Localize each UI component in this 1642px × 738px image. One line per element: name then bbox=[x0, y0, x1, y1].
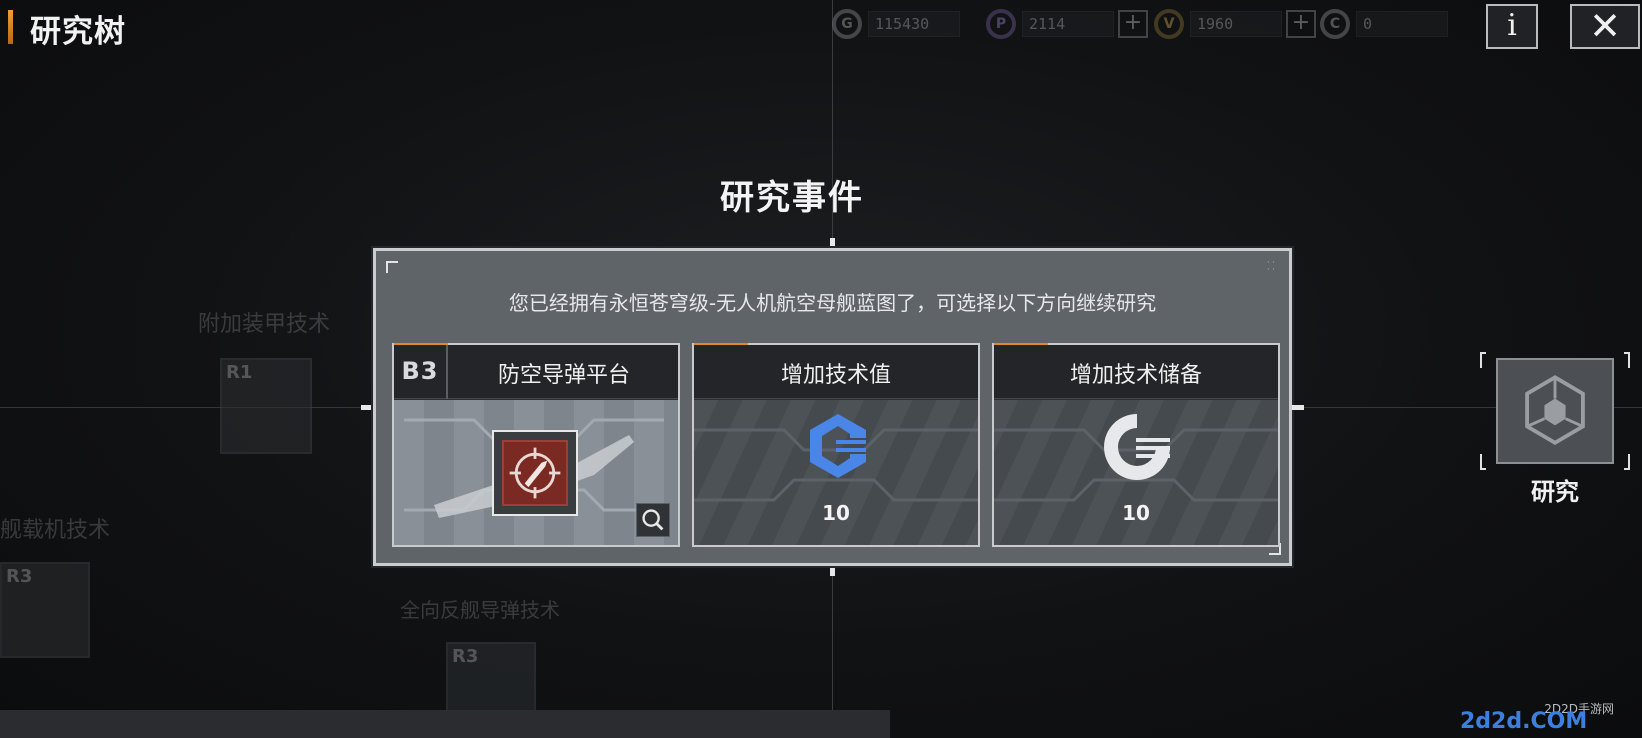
dialog-title: 研究事件 bbox=[720, 178, 864, 218]
close-button[interactable]: ✕ bbox=[1570, 4, 1640, 49]
resource-v: V 1960 + bbox=[1154, 8, 1316, 40]
tech-value-icon bbox=[810, 414, 866, 478]
zoom-button[interactable] bbox=[636, 503, 670, 537]
option-card-tech-reserve[interactable]: 增加技术储备 10 bbox=[992, 343, 1280, 547]
node-bracket-bl bbox=[1480, 454, 1486, 470]
resource-tech-reserve: C 0 bbox=[1320, 8, 1448, 40]
dialog-corner-top-left bbox=[386, 261, 398, 273]
add-p-currency-button[interactable]: + bbox=[1118, 10, 1148, 38]
ghost-node-label-b: 舰载机技术 bbox=[0, 518, 111, 543]
ghost-node-b-tier: R3 bbox=[6, 566, 33, 587]
weapon-frame bbox=[492, 430, 578, 516]
ghost-node-a: R1 bbox=[220, 358, 312, 454]
magnifier-icon bbox=[642, 509, 664, 531]
page-title: 研究树 bbox=[30, 14, 126, 50]
card-reward-area: 10 bbox=[994, 400, 1278, 545]
bottom-panel-strip bbox=[0, 710, 890, 738]
v-currency-icon: V bbox=[1154, 9, 1184, 39]
resource-p: P 2114 + bbox=[986, 8, 1148, 40]
watermark-domain: 2d2d.COM bbox=[1460, 709, 1588, 734]
node-bracket-tl bbox=[1480, 352, 1486, 368]
research-hexagon-icon bbox=[1525, 375, 1585, 445]
ghost-node-label-a: 附加装甲技术 bbox=[198, 312, 331, 337]
resource-gear: G 115430 bbox=[832, 8, 960, 40]
node-bracket-br bbox=[1624, 454, 1630, 470]
site-watermark: 2D2D手游网 2d2d.COM bbox=[1460, 685, 1642, 738]
research-node-box bbox=[1496, 358, 1614, 464]
add-v-currency-button[interactable]: + bbox=[1286, 10, 1316, 38]
dialog-tick-left bbox=[361, 405, 373, 410]
option-card-anti-air-missile[interactable]: B3 防空导弹平台 bbox=[392, 343, 680, 547]
card-blueprint-area bbox=[394, 400, 678, 545]
card-value: 10 bbox=[1122, 501, 1150, 525]
card-value: 10 bbox=[822, 501, 850, 525]
info-button[interactable]: i bbox=[1486, 4, 1538, 49]
research-node-label: 研究 bbox=[1531, 478, 1579, 506]
card-header: 增加技术值 bbox=[694, 345, 978, 399]
ghost-node-b: R3 bbox=[0, 562, 90, 658]
tech-reserve-icon: C bbox=[1320, 9, 1350, 39]
research-event-dialog: · · · · 您已经拥有永恒苍穹级-无人机航空母舰蓝图了，可选择以下方向继续研究… bbox=[373, 248, 1292, 566]
card-reward-area: 10 bbox=[694, 400, 978, 545]
ghost-node-c-tier: R3 bbox=[452, 646, 479, 667]
dialog-tick-top bbox=[830, 238, 835, 248]
resource-v-value: 1960 bbox=[1190, 11, 1282, 37]
ghost-node-c: R3 bbox=[446, 642, 536, 712]
dialog-message: 您已经拥有永恒苍穹级-无人机航空母舰蓝图了，可选择以下方向继续研究 bbox=[508, 291, 1157, 315]
card-title: 防空导弹平台 bbox=[497, 363, 630, 388]
card-header: B3 防空导弹平台 bbox=[394, 345, 678, 399]
gear-currency-icon: G bbox=[832, 9, 862, 39]
resource-tech-reserve-value: 0 bbox=[1356, 11, 1448, 37]
option-card-tech-value[interactable]: 增加技术值 10 bbox=[692, 343, 980, 547]
tech-reserve-icon bbox=[1104, 414, 1170, 480]
research-node[interactable] bbox=[1480, 352, 1630, 470]
p-currency-icon: P bbox=[986, 9, 1016, 39]
resource-p-value: 2114 bbox=[1022, 11, 1114, 37]
dialog-dots-decoration: · · · · bbox=[1267, 258, 1275, 274]
title-accent-bar bbox=[8, 10, 13, 44]
resource-gear-value: 115430 bbox=[868, 11, 960, 37]
card-header: 增加技术储备 bbox=[994, 345, 1278, 399]
ghost-node-a-tier: R1 bbox=[226, 362, 253, 383]
node-bracket-tr bbox=[1624, 352, 1630, 368]
node-connector-tick bbox=[1292, 405, 1304, 410]
card-title: 增加技术储备 bbox=[1069, 363, 1202, 388]
card-title: 增加技术值 bbox=[780, 363, 891, 388]
ghost-node-label-c: 全向反舰导弹技术 bbox=[400, 598, 560, 622]
dialog-tick-bottom bbox=[830, 566, 835, 576]
anti-air-missile-icon bbox=[502, 440, 568, 506]
